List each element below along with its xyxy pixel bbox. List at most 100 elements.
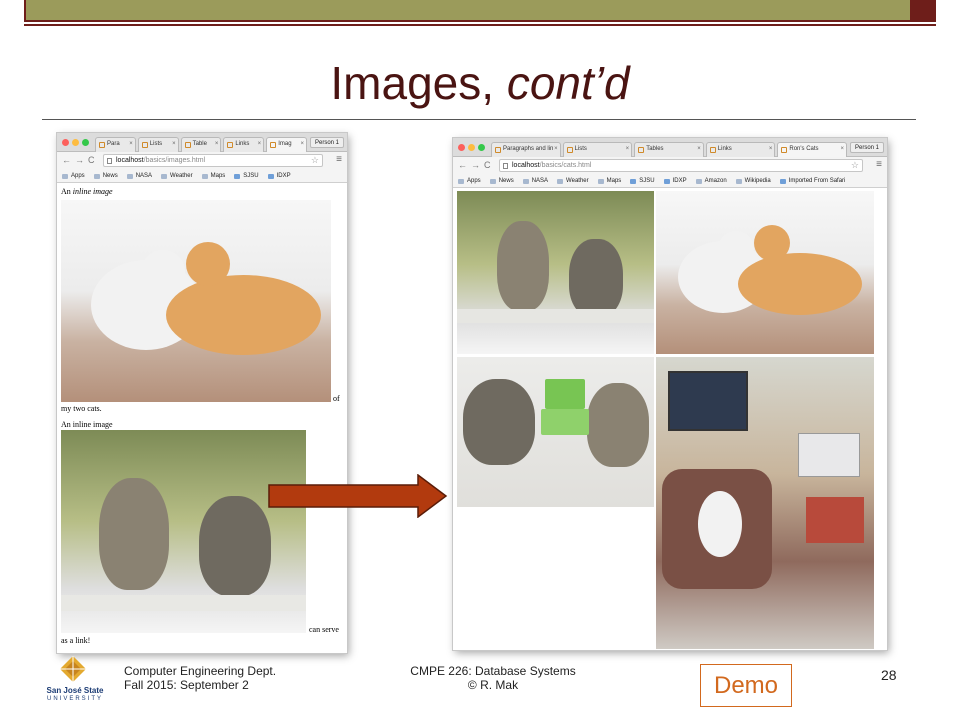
page-favicon-icon: [141, 142, 148, 148]
zoom-window-button[interactable]: [82, 139, 89, 146]
page-content: [453, 189, 887, 650]
bookmark-imported-from-safari[interactable]: Imported From Safari: [779, 175, 845, 187]
close-tab-icon[interactable]: ×: [172, 138, 176, 151]
footer-date-line: Fall 2015: September 2: [124, 678, 249, 692]
bookmark-idxp[interactable]: IDXP: [663, 175, 687, 187]
bookmark-apps[interactable]: Apps: [458, 175, 481, 187]
close-tab-icon[interactable]: ×: [840, 143, 844, 156]
minimize-window-button[interactable]: [468, 144, 475, 151]
bookmark-apps[interactable]: Apps: [62, 170, 85, 182]
slide-title: Images, cont’d: [0, 56, 960, 110]
tab-label: Paragraphs and lin: [503, 146, 554, 152]
page-favicon-icon: [709, 147, 716, 153]
reload-icon[interactable]: C: [484, 160, 491, 170]
address-bar[interactable]: localhost/basics/images.html ☆: [103, 154, 323, 167]
tab-rons-cats[interactable]: Ron's Cats ×: [777, 142, 847, 157]
browser-toolbar: ← → C localhost/basics/images.html ☆ ≡: [57, 152, 347, 170]
logo-name: San José State: [46, 686, 104, 695]
profile-button[interactable]: Person 1: [850, 142, 884, 153]
tabby-cat-left: [99, 478, 169, 590]
slide-title-main: Images,: [330, 57, 507, 109]
page-icon: [107, 158, 112, 164]
bookmark-maps[interactable]: Maps: [201, 170, 225, 182]
close-tab-icon[interactable]: ×: [769, 143, 773, 156]
tabby-cat-right: [199, 496, 271, 596]
bookmark-nasa[interactable]: NASA: [126, 170, 152, 182]
back-arrow-icon[interactable]: ←: [62, 155, 71, 165]
office-cat-photo: [656, 357, 874, 649]
text-can-serve: can serve: [309, 625, 339, 634]
bookmark-maps[interactable]: Maps: [597, 175, 621, 187]
reload-icon[interactable]: C: [88, 155, 95, 165]
header-band-accent: [912, 0, 936, 22]
minimize-window-button[interactable]: [72, 139, 79, 146]
page-favicon-icon: [781, 147, 788, 153]
close-window-button[interactable]: [458, 144, 465, 151]
zoom-window-button[interactable]: [478, 144, 485, 151]
header-band: [24, 0, 912, 22]
profile-button[interactable]: Person 1: [310, 137, 344, 148]
forward-arrow-icon[interactable]: →: [471, 160, 480, 170]
bookmark-news[interactable]: News: [489, 175, 514, 187]
demo-label: Demo: [700, 664, 792, 707]
bookmark-sjsu[interactable]: SJSU: [234, 170, 259, 182]
caption-inline-image-2: An inline image: [61, 420, 113, 429]
tab-label: Table: [192, 141, 207, 147]
green-laptop: [545, 379, 585, 409]
bookmark-wikipedia[interactable]: Wikipedia: [735, 175, 771, 187]
back-arrow-icon[interactable]: ←: [458, 160, 467, 170]
text-as-a-link: as a link!: [61, 636, 91, 645]
tabby-cats-link-photo[interactable]: [61, 430, 306, 633]
tab-lists[interactable]: Lists ×: [137, 137, 179, 152]
forward-arrow-icon[interactable]: →: [75, 155, 84, 165]
slide-title-italic: cont’d: [506, 57, 630, 109]
close-tab-icon[interactable]: ×: [300, 138, 304, 151]
caption-italic: inline image: [72, 187, 113, 196]
menu-icon[interactable]: ≡: [876, 159, 882, 170]
bookmark-idxp[interactable]: IDXP: [267, 170, 291, 182]
page-favicon-icon: [566, 147, 573, 153]
tab-label: Imag: [278, 141, 292, 147]
footer-dept-line: Computer Engineering Dept.: [124, 664, 277, 678]
bookmark-weather[interactable]: Weather: [557, 175, 589, 187]
page-favicon-icon: [270, 142, 277, 148]
close-tab-icon[interactable]: ×: [697, 143, 701, 156]
page-content: An inline image of my two cats. An inlin…: [57, 184, 347, 653]
menu-icon[interactable]: ≡: [336, 154, 342, 165]
close-tab-icon[interactable]: ×: [129, 138, 133, 151]
tab-paragraphs[interactable]: Paragraphs and lin ×: [491, 142, 561, 157]
tab-tables[interactable]: Tables ×: [634, 142, 704, 157]
tab-links[interactable]: Links ×: [223, 137, 265, 152]
tab-label: Links: [717, 146, 732, 152]
bookmark-sjsu[interactable]: SJSU: [630, 175, 655, 187]
close-window-button[interactable]: [62, 139, 69, 146]
tab-label: Lists: [574, 146, 587, 152]
tab-label: Lists: [149, 141, 163, 147]
bookmark-star-icon[interactable]: ☆: [311, 155, 319, 166]
page-favicon-icon: [227, 142, 234, 148]
two-cats-photo: [61, 200, 331, 402]
tab-lists[interactable]: Lists ×: [562, 142, 633, 157]
close-tab-icon[interactable]: ×: [215, 138, 219, 151]
bookmark-nasa[interactable]: NASA: [522, 175, 548, 187]
bookmark-news[interactable]: News: [93, 170, 118, 182]
footer-department: Computer Engineering Dept. Fall 2015: Se…: [124, 664, 276, 692]
url-host: localhost: [512, 162, 540, 169]
bookmark-weather[interactable]: Weather: [161, 170, 193, 182]
tabby-cat-right: [569, 239, 623, 317]
tab-paragraphs[interactable]: Para ×: [95, 137, 136, 152]
tabby-cat-left: [463, 379, 535, 465]
close-tab-icon[interactable]: ×: [554, 143, 558, 156]
bookmark-amazon[interactable]: Amazon: [695, 175, 727, 187]
tab-images[interactable]: Imag ×: [266, 137, 307, 152]
cat-in-chair: [698, 491, 742, 557]
tab-tables[interactable]: Table ×: [180, 137, 222, 152]
address-bar[interactable]: localhost/basics/cats.html ☆: [499, 159, 863, 172]
bookmark-star-icon[interactable]: ☆: [851, 160, 859, 171]
tab-links[interactable]: Links ×: [705, 142, 776, 157]
text-of: of: [333, 394, 340, 403]
close-tab-icon[interactable]: ×: [258, 138, 262, 151]
cats-with-laptop-photo: [457, 357, 654, 507]
caption-inline-image: An inline image: [61, 187, 113, 196]
close-tab-icon[interactable]: ×: [626, 143, 630, 156]
